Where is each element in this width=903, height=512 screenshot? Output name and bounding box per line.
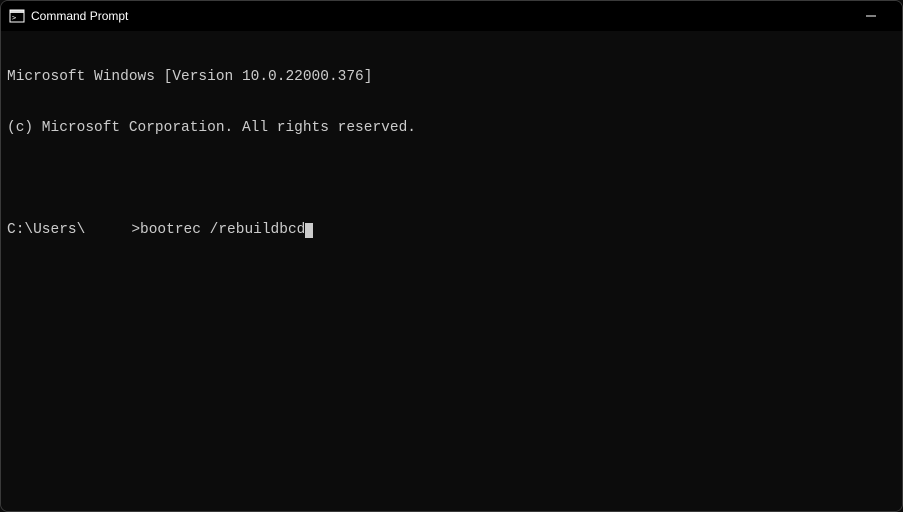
svg-text:>_: >_ bbox=[12, 14, 21, 22]
terminal-copyright-line: (c) Microsoft Corporation. All rights re… bbox=[7, 120, 896, 137]
prompt-suffix: > bbox=[131, 222, 140, 238]
minimize-button[interactable] bbox=[848, 1, 894, 31]
window-title: Command Prompt bbox=[31, 9, 128, 23]
prompt-username-redacted bbox=[85, 223, 131, 236]
terminal-cursor bbox=[305, 223, 313, 238]
prompt-path-prefix: C:\Users\ bbox=[7, 222, 85, 238]
prompt-command: bootrec /rebuildbcd bbox=[140, 222, 305, 238]
titlebar[interactable]: >_ Command Prompt bbox=[1, 1, 902, 31]
terminal-prompt-line: C:\Users\ >bootrec /rebuildbcd bbox=[7, 222, 896, 239]
command-prompt-icon: >_ bbox=[9, 8, 25, 24]
terminal-header-line: Microsoft Windows [Version 10.0.22000.37… bbox=[7, 69, 896, 86]
terminal-output[interactable]: Microsoft Windows [Version 10.0.22000.37… bbox=[1, 31, 902, 511]
terminal-blank-line bbox=[7, 171, 896, 188]
command-prompt-window: >_ Command Prompt Microsoft Windows [Ver… bbox=[0, 0, 903, 512]
